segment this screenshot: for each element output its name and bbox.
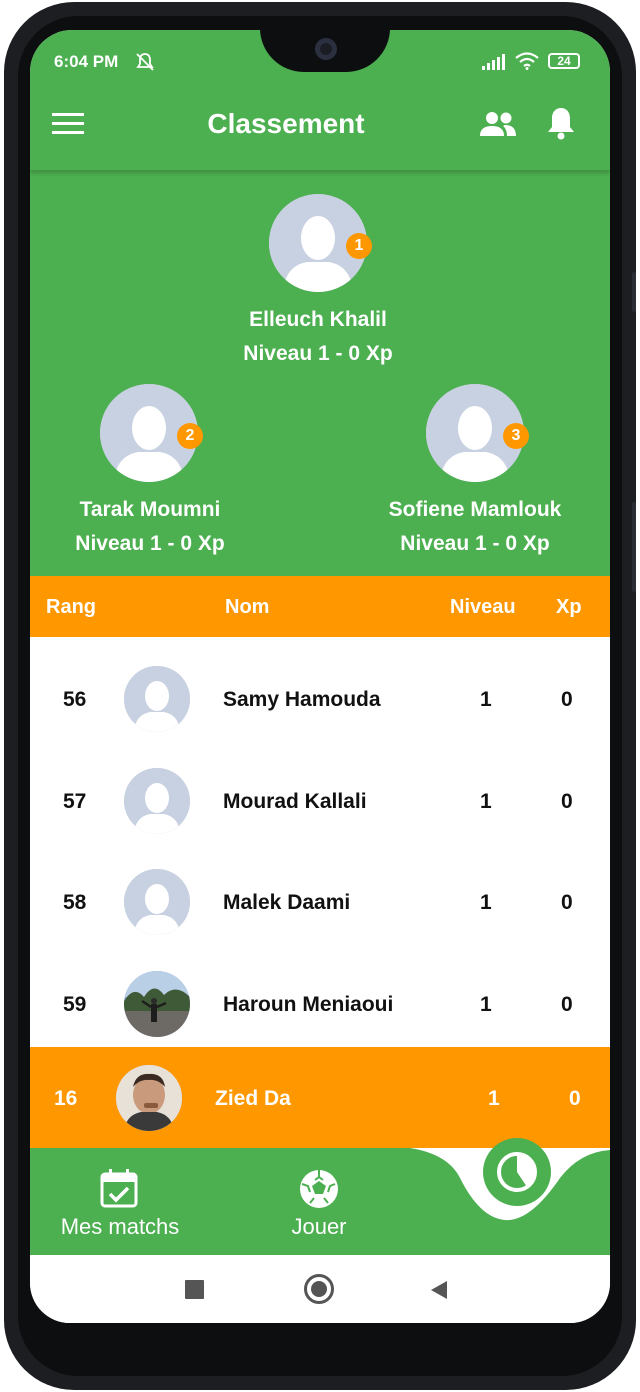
volume-button xyxy=(632,272,636,312)
header-xp: Xp xyxy=(556,596,582,618)
row-rank: 56 xyxy=(63,688,87,711)
row-rank: 57 xyxy=(63,790,87,813)
row-rank: 58 xyxy=(63,891,87,914)
app-bar: Classement xyxy=(30,80,610,170)
nav-label-jouer: Jouer xyxy=(291,1214,347,1239)
soccer-ball-icon xyxy=(300,1170,338,1208)
header-name: Nom xyxy=(225,596,270,618)
row-rank: 59 xyxy=(63,993,87,1016)
home-icon[interactable] xyxy=(304,1274,334,1304)
back-icon[interactable] xyxy=(429,1280,449,1300)
row-level: 1 xyxy=(488,1087,500,1110)
power-button xyxy=(632,502,636,592)
player-level: Niveau 1 - 0 Xp xyxy=(243,342,393,365)
notifications-off-icon xyxy=(136,53,154,71)
battery-icon: 24 xyxy=(548,53,580,69)
row-name: Mourad Kallali xyxy=(223,790,367,813)
system-nav-bar xyxy=(30,1255,610,1323)
avatar-photo xyxy=(116,1065,182,1131)
table-row[interactable]: 56 Samy Hamouda 1 0 xyxy=(30,648,610,749)
podium: 1 Elleuch Khalil Niveau 1 - 0 Xp 2 Tarak… xyxy=(30,170,610,576)
calendar-check-icon xyxy=(100,1169,138,1208)
page-title: Classement xyxy=(207,108,365,139)
person-silhouette-icon xyxy=(124,666,190,732)
bottom-navigation: Mes matchs Jouer xyxy=(30,1138,610,1255)
avatar xyxy=(124,768,190,834)
row-level: 1 xyxy=(480,993,492,1016)
player-name: Sofiene Mamlouk xyxy=(388,498,562,521)
wifi-icon xyxy=(515,52,539,70)
table-header: Rang Nom Niveau Xp xyxy=(30,576,610,637)
rank-badge: 1 xyxy=(346,233,372,259)
player-level: Niveau 1 - 0 Xp xyxy=(75,532,225,555)
group-icon[interactable] xyxy=(478,110,518,138)
bell-icon[interactable] xyxy=(546,106,576,140)
row-xp: 0 xyxy=(569,1087,581,1110)
rank-badge: 3 xyxy=(503,423,529,449)
player-level: Niveau 1 - 0 Xp xyxy=(400,532,550,555)
row-xp: 0 xyxy=(561,993,573,1016)
avatar xyxy=(124,869,190,935)
row-xp: 0 xyxy=(561,891,573,914)
row-level: 1 xyxy=(480,891,492,914)
row-level: 1 xyxy=(480,790,492,813)
table-row[interactable]: 57 Mourad Kallali 1 0 xyxy=(30,750,610,851)
header-level: Niveau xyxy=(450,596,516,618)
player-name: Elleuch Khalil xyxy=(249,308,387,331)
recents-icon[interactable] xyxy=(185,1280,204,1299)
row-level: 1 xyxy=(480,688,492,711)
person-silhouette-icon xyxy=(124,768,190,834)
screen: 6:04 PM 24 Classement 1 Elleuch Khalil N… xyxy=(30,30,610,1323)
row-xp: 0 xyxy=(561,790,573,813)
person-silhouette-icon xyxy=(124,869,190,935)
battery-level: 24 xyxy=(557,54,571,68)
player-name: Tarak Moumni xyxy=(79,498,221,521)
avatar-photo xyxy=(124,971,190,1037)
profile-photo xyxy=(116,1065,182,1131)
row-name: Haroun Meniaoui xyxy=(223,993,394,1016)
row-name: Samy Hamouda xyxy=(223,688,381,711)
avatar xyxy=(124,666,190,732)
row-rank: 16 xyxy=(54,1087,78,1110)
nav-label-mes-matchs: Mes matchs xyxy=(60,1214,180,1239)
table-row[interactable]: 58 Malek Daami 1 0 xyxy=(30,851,610,952)
row-name: Zied Da xyxy=(215,1087,291,1110)
current-user-row[interactable]: 16 Zied Da 1 0 xyxy=(30,1047,610,1148)
row-name: Malek Daami xyxy=(223,891,351,914)
table-row[interactable]: 59 Haroun Meniaoui 1 0 xyxy=(30,953,610,1054)
stats-fab[interactable] xyxy=(483,1138,551,1206)
camera-icon xyxy=(315,38,337,60)
status-time: 6:04 PM xyxy=(54,52,119,71)
rank-badge: 2 xyxy=(177,423,203,449)
profile-photo xyxy=(124,971,190,1037)
header-rank: Rang xyxy=(46,596,96,618)
row-xp: 0 xyxy=(561,688,573,711)
pie-chart-icon xyxy=(497,1152,537,1192)
signal-icon xyxy=(482,54,505,70)
